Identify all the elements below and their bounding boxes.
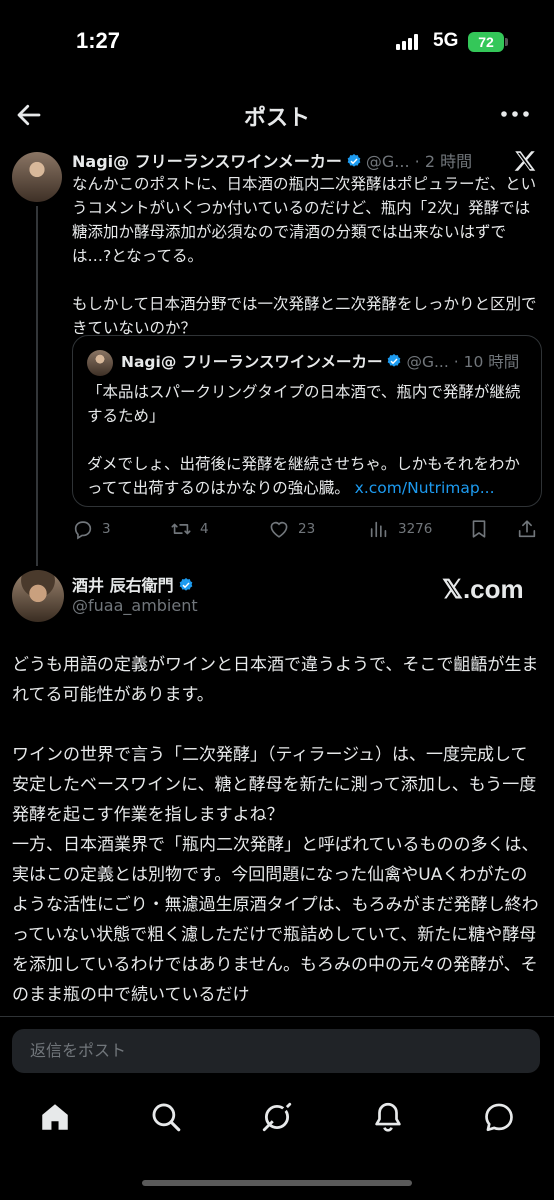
quote-time: 10 時間 — [463, 353, 520, 371]
x-logo-icon — [514, 151, 536, 171]
heart-icon — [270, 521, 288, 538]
quote-handle: @G... — [406, 353, 449, 371]
more-button[interactable] — [498, 102, 532, 126]
bookmark-button[interactable] — [468, 516, 498, 542]
quote-avatar — [87, 350, 113, 376]
verified-badge-icon — [347, 154, 361, 167]
grok-icon[interactable] — [260, 1100, 294, 1134]
post-header: Nagi@ フリーランスワインメーカー @G... · 2 時間 — [72, 148, 472, 172]
messages-icon[interactable] — [482, 1100, 516, 1134]
reply-icon — [74, 521, 92, 540]
like-count: 23 — [298, 521, 316, 537]
author-handle: @G... — [365, 152, 410, 171]
share-button[interactable] — [516, 516, 546, 542]
post-time: 2 時間 — [424, 152, 473, 171]
home-indicator — [142, 1180, 412, 1186]
separator: · — [453, 353, 459, 371]
reply-paragraph: 一方、日本酒業界で「瓶内二次発酵」と呼ばれているものの多くは、実はこの定義とは別… — [12, 835, 539, 1005]
quote-author-name: Nagi@ フリーランスワインメーカー — [121, 353, 383, 371]
reply-button[interactable]: 3 — [72, 516, 111, 542]
quoted-post[interactable]: Nagi@ フリーランスワインメーカー @G... · 10 時間 「本品はスパー… — [72, 335, 542, 507]
battery-cap — [505, 38, 508, 46]
quote-paragraph: 「本品はスパークリングタイプの日本酒で、瓶内で発酵が継続するため」 — [87, 383, 521, 425]
quote-link[interactable]: x.com/Nutrimap... — [355, 479, 495, 497]
page-title: ポスト — [243, 106, 310, 131]
views-button[interactable]: 3276 — [368, 516, 432, 542]
author-name[interactable]: Nagi@ フリーランスワインメーカー — [72, 152, 342, 171]
reply-paragraph: どうも用語の定義がワインと日本酒で違うようで、そこで齟齬が生まれてる可能性があり… — [12, 655, 539, 705]
battery-icon: 72 — [468, 32, 504, 52]
reply-author: 酒井 辰右衛門 — [72, 572, 198, 596]
reply-input[interactable]: 返信をポスト — [12, 1029, 540, 1073]
header: ポスト — [0, 90, 554, 140]
more-horizontal-icon — [501, 111, 529, 117]
repost-count: 4 — [200, 521, 209, 537]
reply-text: どうも用語の定義がワインと日本酒で違うようで、そこで齟齬が生まれてる可能性があり… — [12, 650, 542, 1018]
quote-text: 「本品はスパークリングタイプの日本酒で、瓶内で発酵が継続するため」 ダメでしょ、… — [87, 380, 533, 524]
x-watermark: 𝕏.com — [442, 574, 524, 604]
search-icon[interactable] — [149, 1100, 183, 1134]
status-bar: 1:27 5G 72 — [0, 0, 554, 80]
reply-avatar[interactable] — [12, 570, 64, 622]
separator: · — [414, 152, 420, 171]
reply-paragraph: ワインの世界で言う「二次発酵」（ティラージュ）は、一度完成して安定したベースワイ… — [12, 745, 537, 825]
share-icon — [518, 520, 536, 538]
reply-handle: @fuaa_ambient — [72, 596, 198, 615]
views-icon — [370, 521, 387, 538]
reply-count: 3 — [102, 521, 111, 537]
action-bar: 3 4 23 3276 — [72, 514, 544, 544]
post-paragraph: なんかこのポストに、日本酒の瓶内二次発酵はポピュラーだ、というコメントがいくつか… — [72, 175, 537, 265]
repost-button[interactable]: 4 — [170, 516, 209, 542]
views-count: 3276 — [398, 521, 433, 537]
like-button[interactable]: 23 — [268, 516, 315, 542]
status-time: 1:27 — [76, 28, 121, 53]
verified-badge-icon — [179, 578, 192, 591]
post-paragraph: もしかして日本酒分野では一次発酵と二次発酵をしっかりと区別できていないのか？ — [72, 295, 537, 337]
thread-line — [36, 206, 38, 566]
home-icon[interactable] — [38, 1100, 72, 1134]
reply-author-name[interactable]: 酒井 辰右衛門 — [72, 576, 174, 595]
repost-icon — [171, 523, 191, 535]
bookmark-icon — [472, 520, 486, 538]
verified-badge-icon — [388, 354, 401, 367]
reply-bar: 返信をポスト — [0, 1016, 554, 1086]
avatar[interactable] — [12, 152, 62, 202]
quote-header: Nagi@ フリーランスワインメーカー @G... · 10 時間 — [121, 350, 519, 372]
signal-icon — [396, 34, 422, 50]
bell-icon[interactable] — [371, 1100, 405, 1134]
network-label: 5G — [433, 30, 459, 51]
bottom-nav — [0, 1088, 554, 1148]
